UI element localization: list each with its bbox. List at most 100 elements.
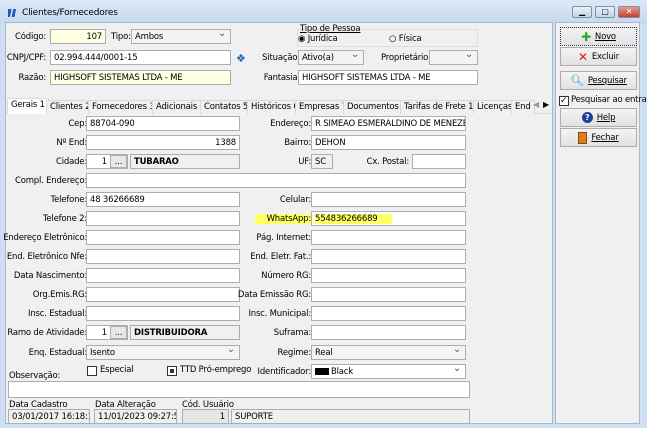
- tab-fornecedores[interactable]: Fornecedores 3: [88, 100, 159, 114]
- celular-input[interactable]: [311, 192, 466, 207]
- email-fat-input[interactable]: [311, 249, 466, 264]
- im-label: Insc. Municipal:: [248, 309, 311, 319]
- rg-input[interactable]: [311, 268, 466, 283]
- emissao-rg-label: Data Emissão RG:: [237, 290, 311, 300]
- email-input[interactable]: [86, 230, 240, 245]
- tab-licencas[interactable]: Licenças: [473, 100, 517, 114]
- endereco-input[interactable]: R SIMEAO ESMERALDINO DE MENEZES: [311, 116, 466, 131]
- codigo-label: Código:: [15, 32, 46, 42]
- proprietario-label: Proprietário:: [381, 53, 431, 63]
- email-fat-label: End. Eletr. Fat.:: [250, 252, 311, 262]
- cnpj-input[interactable]: 02.994.444/0001-15: [50, 50, 231, 65]
- suframa-label: Suframa:: [273, 328, 311, 338]
- excluir-button[interactable]: ✕ Excluir: [560, 47, 637, 66]
- tab-content: Cep: 88704-090 Endereço: R SIMEAO ESMERA…: [3, 114, 552, 399]
- cidade-name: TUBARAO: [130, 154, 240, 169]
- situacao-select[interactable]: Ativo(a): [298, 50, 364, 65]
- color-swatch: [315, 368, 329, 375]
- ttd-checkbox[interactable]: [167, 366, 177, 376]
- tipo-label: Tipo:: [111, 32, 131, 42]
- telefone-input[interactable]: 48 36266689: [86, 192, 240, 207]
- tipo-select[interactable]: Ambos: [131, 29, 231, 44]
- cep-input[interactable]: 88704-090: [86, 116, 240, 131]
- situacao-label: Situação:: [262, 53, 300, 63]
- bairro-input[interactable]: DEHON: [311, 135, 466, 150]
- internet-input[interactable]: [311, 230, 466, 245]
- tipo-pessoa-label: Tipo de Pessoa: [300, 24, 361, 34]
- tab-endereco[interactable]: End: [511, 100, 535, 114]
- ramo-name: DISTRIBUIDORA: [130, 325, 240, 340]
- compl-input[interactable]: [86, 173, 466, 188]
- tab-gerais[interactable]: Gerais 1: [7, 98, 49, 115]
- side-panel: ✚ Novo ✕ Excluir 🔍︎ Pesquisar ✓ Pesquisar a…: [555, 22, 647, 424]
- ie-label: Insc. Estadual:: [28, 309, 87, 319]
- cxpostal-input[interactable]: [412, 154, 466, 169]
- cadastro-value: 03/01/2017 16:18:16: [8, 409, 90, 424]
- radio-fisica[interactable]: ○ Física: [389, 34, 422, 44]
- juridica-label: Jurídica: [307, 34, 338, 44]
- fechar-label: Fechar: [591, 132, 619, 143]
- x-icon: ✕: [578, 49, 588, 64]
- minimize-button[interactable]: ▁: [572, 6, 592, 18]
- pesquisar-button[interactable]: 🔍︎ Pesquisar: [560, 71, 637, 90]
- cep-label: Cep:: [68, 119, 87, 129]
- ie-input[interactable]: [86, 306, 240, 321]
- alteracao-value: 11/01/2023 09:27:52: [94, 409, 177, 424]
- nasc-input[interactable]: [86, 268, 240, 283]
- receita-federal-icon[interactable]: ❖: [236, 52, 246, 65]
- telefone2-label: Telefone 2:: [42, 214, 87, 224]
- ramo-lookup-button[interactable]: ...: [110, 326, 127, 339]
- org-input[interactable]: [86, 287, 240, 302]
- tab-scroll-left-icon[interactable]: ◀: [533, 100, 539, 109]
- uf-label: UF:: [298, 157, 311, 167]
- cidade-lookup-button[interactable]: ...: [110, 155, 127, 168]
- cxpostal-label: Cx. Postal:: [366, 157, 410, 167]
- pesquisar-entrar-checkbox[interactable]: ✓: [559, 96, 569, 106]
- novo-button[interactable]: ✚ Novo: [560, 27, 637, 46]
- novo-label: Novo: [594, 31, 616, 42]
- pesquisar-label: Pesquisar: [587, 75, 627, 86]
- num-label: Nº End:: [56, 138, 87, 148]
- fantasia-label: Fantasia:: [263, 73, 301, 83]
- ramo-label: Ramo de Atividade:: [7, 328, 87, 338]
- help-button[interactable]: ? Help: [560, 108, 637, 127]
- emissao-rg-input[interactable]: [311, 287, 466, 302]
- usuario-name: SUPORTE: [231, 409, 470, 424]
- suframa-input[interactable]: [311, 325, 466, 340]
- tab-bar: Gerais 1 Clientes 2 Fornecedores 3 Adici…: [6, 98, 552, 115]
- tab-scroll-right-icon[interactable]: ▶: [543, 100, 549, 109]
- razao-input[interactable]: HIGHSOFT SISTEMAS LTDA - ME: [50, 70, 231, 85]
- tab-contatos[interactable]: Contatos 5: [200, 100, 253, 114]
- enq-label: Enq. Estadual:: [28, 348, 88, 358]
- regime-select[interactable]: Real: [311, 345, 466, 360]
- radio-juridica[interactable]: ◉ Jurídica: [298, 34, 338, 44]
- main-panel: Código: 107 Tipo: Ambos Tipo de Pessoa ◉…: [3, 22, 553, 424]
- nasc-label: Data Nascimento:: [13, 271, 87, 281]
- uf-input[interactable]: SC: [311, 154, 333, 169]
- especial-checkbox[interactable]: [87, 366, 97, 376]
- tab-tarifas-frete[interactable]: Tarifas de Frete 10: [400, 100, 483, 114]
- obs-label: Observação:: [9, 371, 61, 381]
- close-button[interactable]: ✕: [618, 6, 640, 18]
- fisica-label: Física: [398, 34, 422, 44]
- regime-label: Regime:: [277, 348, 312, 358]
- whatsapp-input[interactable]: 554836266689: [311, 211, 466, 226]
- identificador-select[interactable]: Black: [311, 364, 466, 379]
- telefone-label: Telefone:: [50, 195, 88, 205]
- im-input[interactable]: [311, 306, 466, 321]
- enq-select[interactable]: Isento: [86, 345, 240, 360]
- codigo-input[interactable]: 107: [50, 29, 106, 44]
- telefone2-input[interactable]: [86, 211, 240, 226]
- fechar-button[interactable]: Fechar: [560, 128, 637, 147]
- org-label: Org.Emis.RG:: [32, 290, 87, 300]
- celular-label: Celular:: [279, 195, 311, 205]
- identificador-value: Black: [331, 367, 353, 377]
- email-nfe-input[interactable]: [86, 249, 240, 264]
- obs-textarea[interactable]: [8, 381, 470, 398]
- maximize-button[interactable]: ▢: [595, 6, 615, 18]
- endereco-label: Endereço:: [270, 119, 311, 129]
- fantasia-input[interactable]: HIGHSOFT SISTEMAS LTDA - ME: [298, 70, 478, 85]
- num-input[interactable]: 1388: [86, 135, 240, 150]
- proprietario-select[interactable]: [429, 50, 478, 65]
- identificador-label: Identificador:: [257, 367, 312, 377]
